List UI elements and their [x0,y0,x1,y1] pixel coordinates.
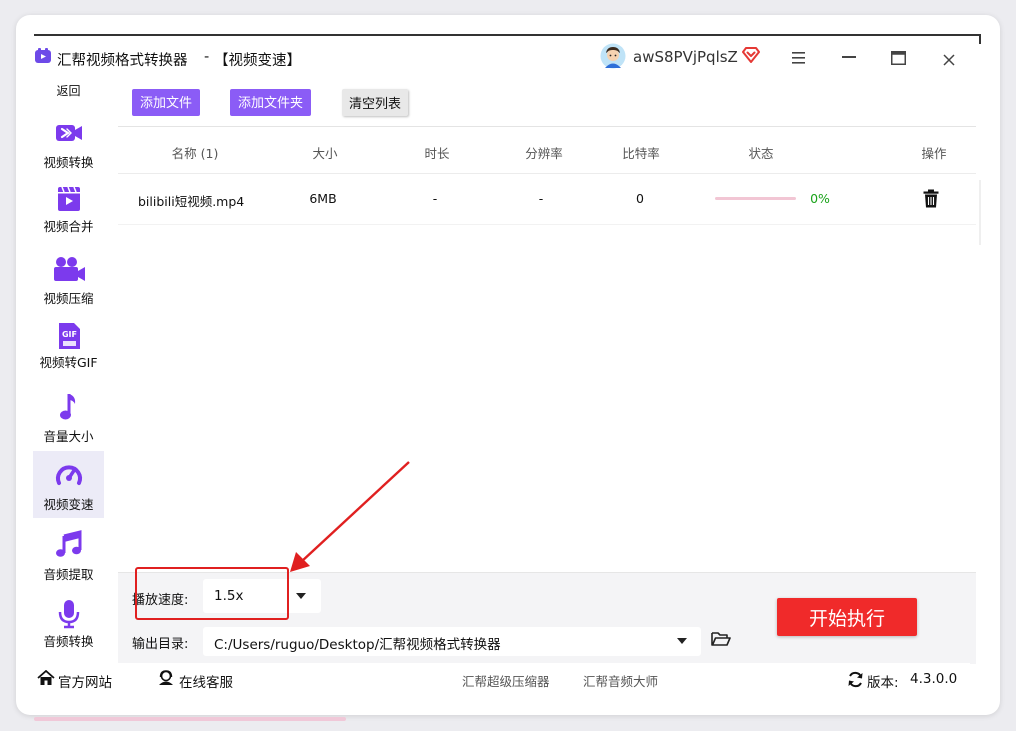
official-site-link[interactable]: 官方网站 [58,671,112,691]
online-service-link[interactable]: 在线客服 [179,671,233,691]
customer-service-icon[interactable] [157,670,175,686]
horizontal-scrollbar[interactable] [34,717,346,721]
version-number: 4.3.0.0 [910,671,958,687]
home-icon[interactable] [37,669,55,686]
super-compressor-link[interactable]: 汇帮超级压缩器 [462,671,550,690]
version-label: 版本: [867,675,899,691]
annotation-arrow [290,461,410,572]
refresh-icon[interactable] [847,671,864,688]
audio-master-link[interactable]: 汇帮音频大师 [583,671,658,690]
